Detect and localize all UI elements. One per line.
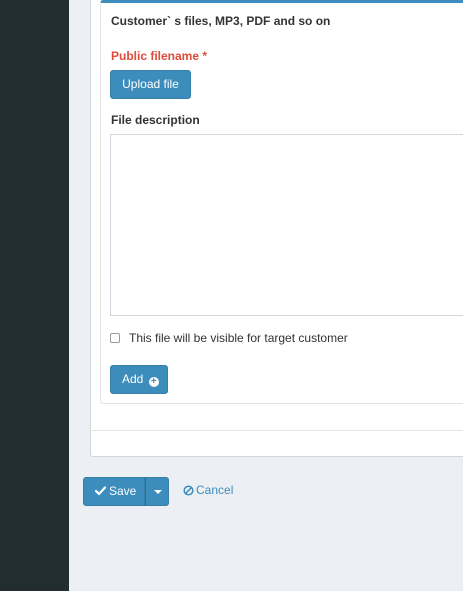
cancel-link[interactable]: Cancel	[183, 483, 233, 497]
file-description-textarea[interactable]	[110, 134, 463, 316]
file-description-label: File description	[111, 113, 200, 127]
visibility-checkbox-label[interactable]: This file will be visible for target cus…	[129, 331, 348, 345]
sidebar	[0, 0, 69, 591]
plus-circle-icon: +	[148, 377, 159, 387]
upload-file-button[interactable]: Upload file	[110, 70, 191, 99]
upload-box-title: Customer` s files, MP3, PDF and so on	[111, 14, 331, 28]
save-button[interactable]: Save	[83, 477, 145, 506]
cancel-link-label: Cancel	[196, 483, 234, 497]
save-dropdown-toggle[interactable]	[145, 477, 169, 506]
public-filename-label: Public filename *	[111, 49, 208, 63]
ban-icon	[183, 485, 194, 496]
add-file-button[interactable]: Add +	[110, 365, 168, 394]
check-icon	[94, 486, 107, 496]
add-button-label: Add	[122, 372, 144, 386]
panel-divider	[90, 430, 463, 431]
visibility-checkbox[interactable]	[110, 333, 120, 343]
save-button-group: Save	[83, 477, 169, 506]
save-button-label: Save	[109, 484, 137, 498]
